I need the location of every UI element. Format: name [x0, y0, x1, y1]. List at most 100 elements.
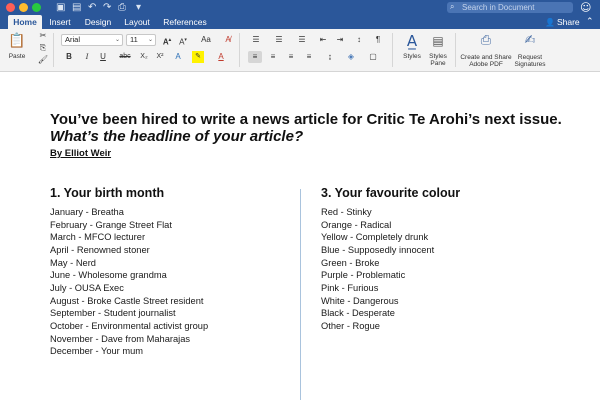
- list-item: July - OUSA Exec: [50, 282, 124, 293]
- list-item: Purple - Problematic: [321, 270, 406, 281]
- article-subhead: What’s the headline of your article?: [50, 128, 304, 145]
- article-headline: You’ve been hired to write a news articl…: [50, 111, 562, 128]
- right-column-title: 3. Your favourite colour: [321, 186, 461, 200]
- subscript-button[interactable]: X₂: [137, 51, 151, 63]
- increase-indent-icon[interactable]: ⇥: [333, 34, 347, 46]
- list-item: Red - Stinky: [321, 207, 372, 217]
- align-right-icon[interactable]: ≡: [284, 51, 298, 63]
- share-button[interactable]: 👤 Share: [545, 15, 580, 29]
- list-item: August - Broke Castle Street resident: [50, 295, 204, 306]
- save-icon[interactable]: ▤: [72, 1, 81, 14]
- align-center-icon[interactable]: ≡: [266, 51, 280, 63]
- list-item: Pink - Furious: [321, 282, 379, 293]
- ribbon-tabs: Home Insert Design Layout References 👤 Sh…: [0, 15, 600, 29]
- maximize-window-button[interactable]: [32, 3, 41, 12]
- list-item: April - Renowned stoner: [50, 244, 150, 255]
- list-item: Blue - Supposedly innocent: [321, 244, 435, 255]
- bold-button[interactable]: B: [63, 51, 75, 63]
- styles-pane-label: Styles Pane: [429, 53, 447, 67]
- format-painter-icon[interactable]: 🖌: [37, 55, 49, 65]
- share-label: Share: [556, 17, 580, 27]
- create-pdf-icon[interactable]: ⎙: [477, 32, 495, 50]
- list-item: White - Dangerous: [321, 295, 399, 306]
- shading-icon[interactable]: ◈: [343, 51, 359, 63]
- bullets-icon[interactable]: ☰: [247, 34, 265, 46]
- favourite-colour-list: Red - Stinky Orange - Radical Yellow - C…: [321, 206, 434, 333]
- create-pdf-label-2: Adobe PDF: [469, 61, 503, 68]
- minimize-window-button[interactable]: [19, 3, 28, 12]
- list-item: Yellow - Completely drunk: [321, 232, 429, 243]
- borders-icon[interactable]: ▢: [365, 51, 381, 63]
- tab-design[interactable]: Design: [82, 15, 114, 29]
- clipboard-icon[interactable]: 📋: [6, 32, 28, 50]
- list-item: December - Your mum: [50, 346, 144, 357]
- font-name-value: Arial: [65, 35, 81, 44]
- styles-icon[interactable]: A̲: [401, 32, 423, 50]
- justify-icon[interactable]: ≡: [302, 51, 316, 63]
- customize-toolbar-icon[interactable]: ▾: [136, 1, 141, 14]
- add-person-icon: 👤: [545, 18, 555, 27]
- copy-icon[interactable]: ⎘: [37, 43, 49, 53]
- numbering-icon[interactable]: ☰: [270, 34, 288, 46]
- grow-font-icon[interactable]: A▴: [161, 34, 173, 47]
- italic-button[interactable]: I: [81, 51, 93, 63]
- paste-label: Paste: [8, 53, 26, 60]
- styles-pane-icon[interactable]: ▤: [430, 32, 446, 50]
- strikethrough-button[interactable]: abc: [117, 51, 133, 63]
- list-item: September - Student journalist: [50, 308, 176, 319]
- redo-icon[interactable]: ↷: [103, 1, 111, 14]
- search-placeholder: Search in Document: [462, 3, 535, 12]
- tab-insert[interactable]: Insert: [45, 15, 75, 29]
- font-color-icon[interactable]: A: [215, 51, 227, 63]
- line-spacing-icon[interactable]: ↨: [322, 51, 338, 63]
- font-name-dropdown[interactable]: Arial ⌄: [61, 34, 123, 46]
- clear-formatting-icon[interactable]: A̸: [222, 34, 234, 46]
- superscript-button[interactable]: X²: [153, 51, 167, 63]
- shrink-font-icon[interactable]: A▾: [177, 34, 189, 47]
- ribbon-home: 📋 Paste ✂ ⎘ 🖌 Arial ⌄ 11 ⌄ A▴ A▾ Aa A̸ B I…: [0, 29, 600, 72]
- close-window-button[interactable]: [6, 3, 15, 12]
- list-item: October - Environmental activist group: [50, 320, 209, 331]
- font-size-dropdown[interactable]: 11 ⌄: [126, 34, 156, 46]
- list-item: June - Wholesome grandma: [50, 270, 167, 281]
- list-item: November - Dave from Maharajas: [50, 333, 191, 344]
- search-input[interactable]: ⌕ Search in Document: [447, 2, 573, 13]
- request-signatures-label-2: Signatures: [514, 61, 546, 68]
- chevron-down-icon: ⌄: [114, 36, 120, 43]
- align-left-icon[interactable]: ≡: [248, 51, 262, 63]
- list-item: Green - Broke: [321, 257, 380, 268]
- left-column-title: 1. Your birth month: [50, 186, 165, 200]
- list-item: May - Nerd: [50, 257, 96, 268]
- cut-icon[interactable]: ✂: [37, 31, 49, 41]
- multilevel-list-icon[interactable]: ☰: [293, 34, 311, 46]
- print-icon[interactable]: ⎙: [118, 1, 126, 14]
- text-effects-icon[interactable]: A: [172, 51, 184, 63]
- list-item: Other - Rogue: [321, 320, 380, 331]
- undo-icon[interactable]: ↶: [88, 1, 96, 14]
- collapse-ribbon-icon[interactable]: ⌃: [586, 15, 594, 29]
- request-signatures-icon[interactable]: ✍: [521, 32, 539, 50]
- tab-layout[interactable]: Layout: [121, 15, 153, 29]
- list-item: Orange - Radical: [321, 219, 392, 230]
- request-signatures-label-1: Request: [517, 54, 543, 61]
- search-icon: ⌕: [450, 2, 455, 11]
- create-pdf-label-1: Create and Share: [460, 54, 512, 61]
- list-item: March - MFCO lecturer: [50, 232, 146, 243]
- tab-home[interactable]: Home: [8, 15, 42, 29]
- font-size-value: 11: [130, 35, 138, 44]
- tab-references[interactable]: References: [160, 15, 210, 29]
- highlight-color-icon[interactable]: ✎: [192, 51, 204, 63]
- title-bar: ▣ ▤ ↶ ↷ ⎙ ▾ ⌕ Search in Document ☺: [0, 0, 600, 15]
- feedback-smiley-icon[interactable]: ☺: [580, 1, 591, 14]
- chevron-down-icon: ⌄: [147, 36, 153, 43]
- column-divider: [300, 189, 301, 400]
- birth-month-list: January - Breatha February - Grange Stre…: [50, 206, 208, 358]
- decrease-indent-icon[interactable]: ⇤: [316, 34, 330, 46]
- sort-icon[interactable]: ↕: [352, 34, 366, 46]
- underline-button[interactable]: U: [97, 51, 109, 63]
- document-page[interactable]: You’ve been hired to write a news articl…: [0, 73, 600, 400]
- show-formatting-marks-icon[interactable]: ¶: [371, 34, 385, 46]
- sidebar-toggle-icon[interactable]: ▣: [56, 1, 65, 14]
- list-item: February - Grange Street Flat: [50, 219, 172, 230]
- change-case-icon[interactable]: Aa: [197, 34, 215, 46]
